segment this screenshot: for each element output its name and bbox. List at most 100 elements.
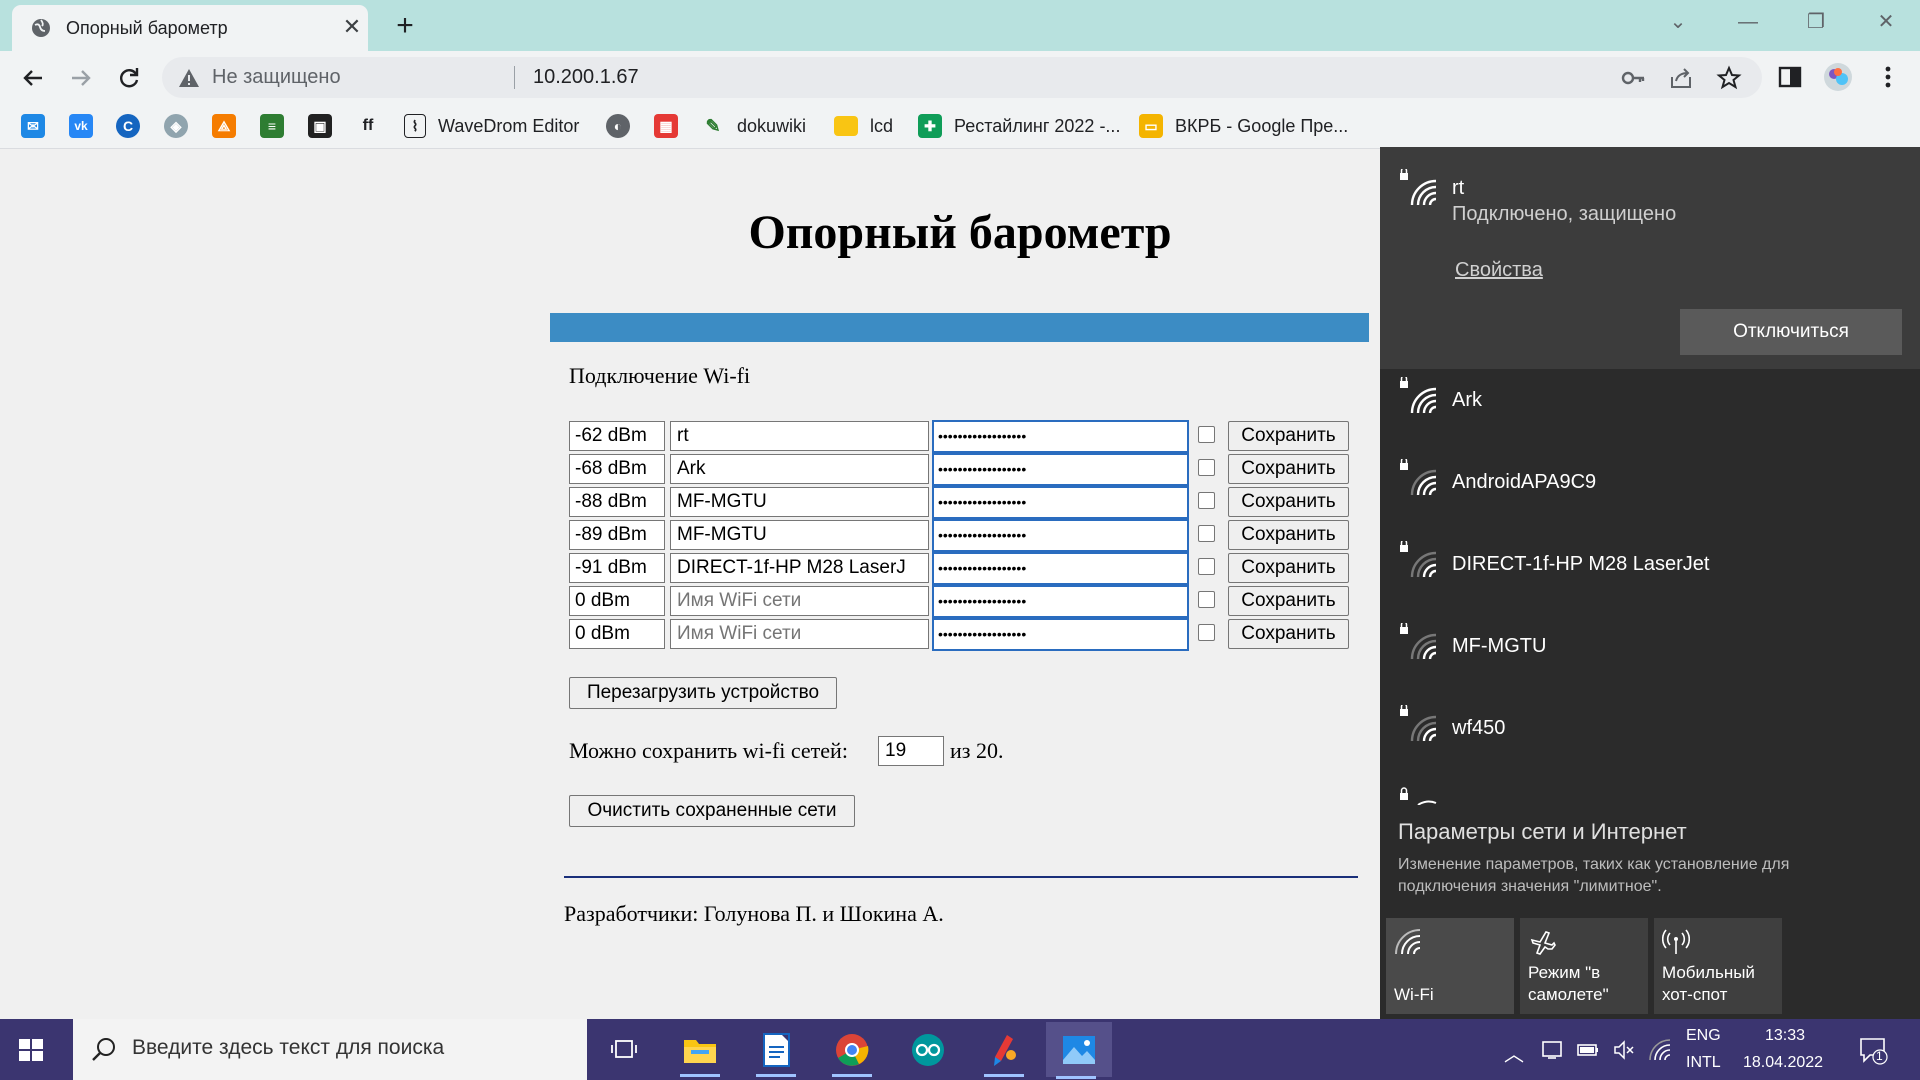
clock-time[interactable]: 13:33 xyxy=(1765,1027,1805,1045)
password-field[interactable]: •••••••••••••••••• xyxy=(932,585,1189,618)
bookmark-c[interactable]: C xyxy=(116,112,140,140)
volume-muted-icon[interactable] xyxy=(1612,1038,1636,1062)
arduino-app[interactable] xyxy=(898,1025,958,1075)
show-password-checkbox[interactable] xyxy=(1198,624,1215,641)
document-app[interactable] xyxy=(746,1025,806,1077)
bookmark-vkrb[interactable]: ▭ ВКРБ - Google Пре... xyxy=(1139,112,1348,140)
ssid-field[interactable]: DIRECT-1f-HP M28 LaserJ xyxy=(670,553,929,583)
notifications-icon[interactable] xyxy=(1858,1035,1888,1065)
clear-networks-button[interactable]: Очистить сохраненные сети xyxy=(569,795,855,827)
clock-date[interactable]: 18.04.2022 xyxy=(1743,1054,1823,1072)
profile-avatar-icon[interactable] xyxy=(1822,61,1854,93)
network-settings-link[interactable]: Параметры сети и Интернет xyxy=(1398,819,1687,845)
rssi-field[interactable]: 0 dBm xyxy=(569,586,665,616)
share-icon[interactable] xyxy=(1668,65,1694,91)
warning-icon[interactable] xyxy=(178,67,200,89)
tray-chevron-icon[interactable]: ︿ xyxy=(1504,1038,1528,1066)
bookmark-chip[interactable]: ▣ xyxy=(308,112,332,140)
reload-button[interactable] xyxy=(112,61,146,95)
not-secure-label[interactable]: Не защищено xyxy=(212,66,341,89)
rssi-field[interactable]: -88 dBm xyxy=(569,487,665,517)
save-button[interactable]: Сохранить xyxy=(1228,586,1349,616)
count-input[interactable]: 19 xyxy=(878,736,944,766)
battery-icon[interactable] xyxy=(1576,1038,1600,1062)
bookmark-emblem[interactable]: ◈ xyxy=(164,112,188,140)
tray-device-icon[interactable] xyxy=(1540,1038,1564,1062)
bookmark-dokuwiki[interactable]: ✎ dokuwiki xyxy=(701,112,806,140)
rssi-field[interactable]: -62 dBm xyxy=(569,421,665,451)
show-password-checkbox[interactable] xyxy=(1198,426,1215,443)
connected-network[interactable]: rt Подключено, защищено Свойства Отключи… xyxy=(1380,147,1920,369)
rssi-field[interactable]: 0 dBm xyxy=(569,619,665,649)
ssid-field[interactable]: MF-MGTU xyxy=(670,520,929,550)
ssid-field[interactable]: Ark xyxy=(670,454,929,484)
forward-button[interactable] xyxy=(64,61,98,95)
password-field[interactable]: •••••••••••••••••• xyxy=(932,486,1189,519)
bookmark-star-icon[interactable] xyxy=(1716,65,1742,91)
close-window-icon[interactable]: ✕ xyxy=(1866,8,1906,36)
bookmark-restyling[interactable]: ✚ Рестайлинг 2022 -... xyxy=(918,112,1120,140)
disconnect-button[interactable]: Отключиться xyxy=(1680,309,1902,355)
tab-close-icon[interactable]: ✕ xyxy=(338,13,366,41)
wifi-quick-action[interactable]: Wi-Fi xyxy=(1386,918,1514,1014)
chrome-app[interactable] xyxy=(822,1025,882,1077)
properties-link[interactable]: Свойства xyxy=(1455,259,1543,282)
taskbar-search[interactable]: Введите здесь текст для поиска xyxy=(73,1019,587,1080)
ssid-field[interactable]: Имя WiFi сети xyxy=(670,586,929,616)
network-wifi-icon[interactable] xyxy=(1648,1038,1672,1062)
ssid-field[interactable]: MF-MGTU xyxy=(670,487,929,517)
airplane-mode-quick-action[interactable]: Режим "в самолете" xyxy=(1520,918,1648,1014)
browser-tab[interactable]: Опорный барометр ✕ xyxy=(12,5,368,51)
save-button[interactable]: Сохранить xyxy=(1228,553,1349,583)
bookmark-calendar[interactable]: ▦ xyxy=(654,112,678,140)
keyboard-layout-indicator[interactable]: INTL xyxy=(1686,1054,1721,1072)
bookmark-stack[interactable]: ≡ xyxy=(260,112,284,140)
save-button[interactable]: Сохранить xyxy=(1228,421,1349,451)
bookmark-diagram[interactable]: ⟁ xyxy=(212,112,236,140)
save-button[interactable]: Сохранить xyxy=(1228,454,1349,484)
rssi-field[interactable]: -91 dBm xyxy=(569,553,665,583)
bookmark-mail[interactable]: ✉ xyxy=(21,112,45,140)
ssid-field[interactable]: Имя WiFi сети xyxy=(670,619,929,649)
task-view-button[interactable] xyxy=(594,1025,654,1075)
windows-start-icon[interactable] xyxy=(18,1037,44,1063)
save-button[interactable]: Сохранить xyxy=(1228,619,1349,649)
back-button[interactable] xyxy=(16,61,50,95)
show-password-checkbox[interactable] xyxy=(1198,525,1215,542)
password-field[interactable]: •••••••••••••••••• xyxy=(932,552,1189,585)
bookmark-lcd[interactable]: lcd xyxy=(834,112,893,140)
minimize-icon[interactable]: — xyxy=(1728,8,1768,36)
bookmarks-bar: ✉ vk C ◈ ⟁ ≡ ▣ ff ⌇ WaveDrom Editor ◐ ▦ ✎… xyxy=(0,104,1920,149)
photos-app[interactable] xyxy=(1046,1022,1112,1079)
bookmark-ff[interactable]: ff xyxy=(356,112,380,140)
restore-icon[interactable]: ❐ xyxy=(1796,8,1836,36)
show-password-checkbox[interactable] xyxy=(1198,591,1215,608)
reboot-button[interactable]: Перезагрузить устройство xyxy=(569,677,837,709)
show-password-checkbox[interactable] xyxy=(1198,558,1215,575)
address-bar[interactable]: Не защищено 10.200.1.67 xyxy=(162,57,1762,98)
password-field[interactable]: •••••••••••••••••• xyxy=(932,519,1189,552)
save-button[interactable]: Сохранить xyxy=(1228,487,1349,517)
ssid-field[interactable]: rt xyxy=(670,421,929,451)
password-field[interactable]: •••••••••••••••••• xyxy=(932,453,1189,486)
side-panel-icon[interactable] xyxy=(1774,61,1806,93)
password-field[interactable]: •••••••••••••••••• xyxy=(932,420,1189,453)
save-button[interactable]: Сохранить xyxy=(1228,520,1349,550)
rssi-field[interactable]: -68 dBm xyxy=(569,454,665,484)
url-text[interactable]: 10.200.1.67 xyxy=(533,66,639,89)
bookmark-globe[interactable]: ◐ xyxy=(606,112,630,140)
hotspot-quick-action[interactable]: Мобильный хот-спот xyxy=(1654,918,1782,1014)
password-field[interactable]: •••••••••••••••••• xyxy=(932,618,1189,651)
tab-search-icon[interactable]: ⌄ xyxy=(1658,8,1698,36)
paint-app[interactable] xyxy=(974,1025,1034,1077)
show-password-checkbox[interactable] xyxy=(1198,459,1215,476)
show-password-checkbox[interactable] xyxy=(1198,492,1215,509)
bookmark-wavedrom[interactable]: ⌇ WaveDrom Editor xyxy=(404,112,579,140)
language-indicator[interactable]: ENG xyxy=(1686,1027,1721,1045)
bookmark-vk[interactable]: vk xyxy=(69,112,93,140)
menu-kebab-icon[interactable] xyxy=(1872,61,1904,93)
file-explorer-app[interactable] xyxy=(670,1025,730,1077)
rssi-field[interactable]: -89 dBm xyxy=(569,520,665,550)
new-tab-icon[interactable]: + xyxy=(388,9,422,43)
key-icon[interactable] xyxy=(1620,65,1646,91)
